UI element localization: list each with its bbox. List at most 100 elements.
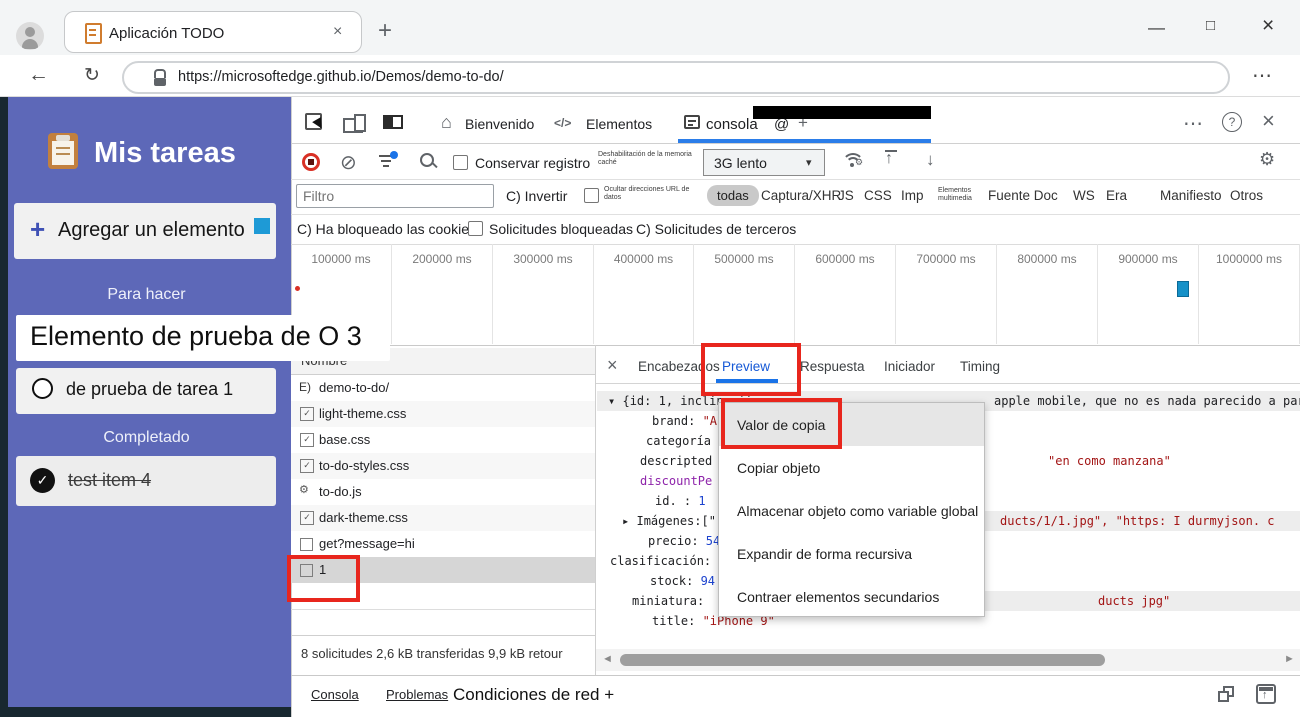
dock-side-icon[interactable]: [383, 115, 403, 129]
preview-line[interactable]: precio: 54E: [648, 534, 727, 554]
menu-item-expand-recursive[interactable]: Expandir de forma recursiva: [719, 532, 984, 575]
network-conditions-icon[interactable]: ⚙: [842, 150, 866, 172]
tab-timing[interactable]: Timing: [960, 359, 1000, 374]
scroll-left-arrow[interactable]: ◄: [602, 653, 613, 665]
filter-pill-ws[interactable]: WS: [1073, 188, 1095, 203]
tab-console[interactable]: consola: [706, 116, 758, 133]
menu-item-store-global[interactable]: Almacenar objeto como variable global: [719, 489, 984, 532]
requests-summary-bar: 8 solicitudes 2,6 kB transferidas 9,9 kB…: [291, 635, 595, 675]
preview-line[interactable]: id. : 1: [655, 494, 706, 514]
filter-pill-css[interactable]: CSS: [864, 188, 892, 203]
request-name: demo-to-do/: [319, 380, 390, 395]
filter-pill-media[interactable]: Elementos multimedia: [938, 187, 980, 203]
import-har-icon[interactable]: ↑: [884, 150, 900, 170]
tab-close-icon[interactable]: ×: [333, 23, 342, 41]
preview-line[interactable]: descripted: [640, 454, 712, 474]
filter-input[interactable]: [296, 184, 494, 208]
inspect-icon[interactable]: [305, 111, 327, 133]
menu-item-copy-object[interactable]: Copiar objeto: [719, 446, 984, 489]
url-text: https://microsoftedge.github.io/Demos/de…: [178, 69, 504, 85]
new-tab-button[interactable]: +: [378, 17, 392, 45]
filter-pill-manifest[interactable]: Manifiesto: [1160, 188, 1222, 203]
preview-line[interactable]: categoría: [646, 434, 711, 454]
request-row[interactable]: ✓ light-theme.css: [291, 401, 595, 427]
bring-to-front-icon[interactable]: [1218, 686, 1236, 704]
expand-drawer-icon[interactable]: ↑: [1256, 684, 1276, 704]
request-row-selected[interactable]: 1: [291, 557, 595, 583]
menu-item-copy-value[interactable]: Valor de copia: [719, 403, 984, 446]
throttling-select[interactable]: 3G lento ▾: [703, 149, 825, 176]
window-maximize-button[interactable]: □: [1206, 17, 1215, 34]
devtools-close-icon[interactable]: ×: [1262, 108, 1275, 134]
todo-item-done[interactable]: ✓ test item 4: [16, 456, 276, 506]
requests-divider[interactable]: [595, 345, 596, 675]
filter-pill-font-doc[interactable]: Fuente Doc: [988, 188, 1058, 203]
devtools-more-icon[interactable]: ⋯: [1183, 111, 1203, 136]
help-icon[interactable]: ?: [1222, 112, 1242, 132]
item-checkbox-circle[interactable]: [32, 378, 53, 399]
drawer-tab-console[interactable]: Consola: [311, 687, 359, 702]
clear-icon[interactable]: ⊘: [340, 150, 357, 175]
tab-preview[interactable]: Preview: [722, 359, 770, 374]
add-item-button[interactable]: + Agregar un elemento: [14, 203, 276, 259]
filter-pill-other[interactable]: Otros: [1230, 188, 1263, 203]
tab-headers[interactable]: Encabezados: [638, 359, 720, 374]
export-har-icon[interactable]: ↓: [926, 150, 935, 170]
item-checked-circle[interactable]: ✓: [30, 468, 55, 493]
record-button[interactable]: [302, 153, 320, 171]
drawer-tab-problems[interactable]: Problemas: [386, 687, 448, 702]
request-row[interactable]: ✓ dark-theme.css: [291, 505, 595, 531]
request-row[interactable]: ✓ to-do-styles.css: [291, 453, 595, 479]
tab-initiator[interactable]: Iniciador: [884, 359, 935, 374]
filter-pill-img[interactable]: Imp: [901, 188, 924, 203]
back-button[interactable]: ←: [28, 63, 49, 87]
blocked-requests-checkbox[interactable]: [468, 221, 483, 236]
tab-response[interactable]: Respuesta: [800, 359, 865, 374]
invert-filter-checkbox[interactable]: [584, 188, 599, 203]
preserve-log-checkbox[interactable]: [453, 155, 468, 170]
reload-button[interactable]: ↻: [84, 64, 100, 87]
search-icon[interactable]: [420, 153, 438, 171]
filter-active-dot: [390, 151, 398, 159]
todo-item-big[interactable]: Elemento de prueba de O 3: [16, 315, 390, 361]
scroll-right-arrow[interactable]: ►: [1284, 653, 1295, 665]
scrollbar-thumb[interactable]: [620, 654, 1105, 666]
profile-avatar[interactable]: [16, 22, 44, 50]
menu-item-collapse-children[interactable]: Contraer elementos secundarios: [719, 575, 984, 618]
preview-line[interactable]: stock: 94: [650, 574, 715, 594]
preview-line[interactable]: brand: "AF: [652, 414, 724, 434]
device-toolbar-icon[interactable]: [343, 111, 367, 133]
browser-menu-icon[interactable]: ⋯: [1252, 63, 1272, 88]
filter-pill-xhr[interactable]: Captura/XHR: [761, 188, 841, 203]
preview-line[interactable]: ▸ Imágenes:[": [622, 514, 716, 534]
todo-item-open[interactable]: de prueba de tarea 1: [16, 368, 276, 414]
preview-line[interactable]: clasificación: 4.: [610, 554, 733, 574]
filter-toggle-icon[interactable]: [379, 151, 399, 169]
horizontal-scrollbar[interactable]: ◄ ►: [596, 649, 1300, 671]
url-field[interactable]: https://microsoftedge.github.io/Demos/de…: [122, 61, 1230, 94]
preview-line[interactable]: discountPe: [640, 474, 712, 494]
browser-tab[interactable]: Aplicación TODO ×: [64, 11, 362, 53]
filter-pill-all[interactable]: todas: [707, 185, 759, 206]
menu-item-label: Contraer elementos secundarios: [737, 588, 940, 605]
window-minimize-button[interactable]: —: [1148, 18, 1165, 38]
collapse-arrow-icon[interactable]: ▸: [622, 514, 629, 528]
detail-close-icon[interactable]: ×: [607, 355, 618, 376]
filter-pill-js[interactable]: JS: [838, 188, 854, 203]
preview-line[interactable]: miniatura:: [632, 594, 704, 614]
request-row[interactable]: get?message=hi: [291, 531, 595, 557]
tab-welcome[interactable]: Bienvenido: [465, 116, 534, 132]
expand-arrow-icon[interactable]: ▾: [608, 394, 615, 408]
settings-gear-icon[interactable]: ⚙: [1259, 149, 1275, 170]
request-row[interactable]: ✓ base.css: [291, 427, 595, 453]
browser-window: Aplicación TODO × + — □ × ← ↻ https://mi…: [0, 0, 1300, 717]
drawer-tab-network-conditions[interactable]: Condiciones de red +: [453, 685, 614, 705]
css-file-icon: ✓: [300, 433, 314, 447]
timeline-request-block[interactable]: [1177, 281, 1189, 297]
request-row[interactable]: E) demo-to-do/: [291, 375, 595, 401]
add-item-label: Agregar un elemento: [58, 219, 245, 241]
request-row[interactable]: ⚙ to-do.js: [291, 479, 595, 505]
window-close-button[interactable]: ×: [1262, 14, 1274, 38]
filter-pill-wasm[interactable]: Era: [1106, 188, 1127, 203]
tab-elements[interactable]: Elementos: [586, 116, 652, 132]
